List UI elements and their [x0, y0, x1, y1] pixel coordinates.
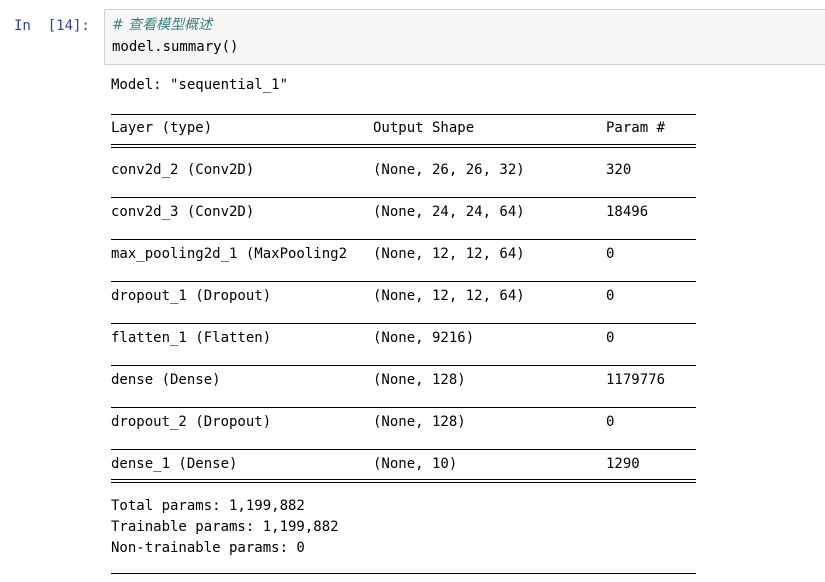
input-prompt: In [14]:: [14, 18, 90, 34]
row-divider: [111, 281, 696, 282]
layer-name: dropout_1 (Dropout): [111, 288, 272, 304]
layer-param-count: 18496: [606, 204, 649, 220]
table-row: dropout_2 (Dropout) (None, 128) 0: [111, 411, 711, 433]
layer-output-shape: (None, 12, 12, 64): [373, 246, 525, 262]
table-row: conv2d_2 (Conv2D) (None, 26, 26, 32) 320: [111, 159, 711, 181]
code-input-area[interactable]: # 查看模型概述 model.summary(): [104, 9, 825, 65]
layer-param-count: 0: [606, 288, 615, 304]
layer-param-count: 1179776: [606, 372, 666, 388]
row-divider: [111, 407, 696, 408]
trainable-params: Trainable params: 1,199,882: [111, 519, 339, 535]
table-row: dense_1 (Dense) (None, 10) 1290: [111, 453, 711, 475]
layer-param-count: 0: [606, 330, 615, 346]
table-row: flatten_1 (Flatten) (None, 9216) 0: [111, 327, 711, 349]
layer-param-count: 0: [606, 414, 615, 430]
layer-name: conv2d_3 (Conv2D): [111, 204, 255, 220]
layer-param-count: 320: [606, 162, 632, 178]
code-comment: # 查看模型概述: [112, 17, 213, 33]
table-row: max_pooling2d_1 (MaxPooling2 (None, 12, …: [111, 243, 711, 265]
notebook-cell: In [14]: # 查看模型概述 model.summary() Model:…: [0, 0, 825, 582]
layer-name: dense (Dense): [111, 372, 221, 388]
row-divider: [111, 197, 696, 198]
layer-name: dense_1 (Dense): [111, 456, 238, 472]
table-header-row: Layer (type) Output Shape Param #: [111, 117, 711, 139]
table-row: dropout_1 (Dropout) (None, 12, 12, 64) 0: [111, 285, 711, 307]
table-row: conv2d_3 (Conv2D) (None, 24, 24, 64) 184…: [111, 201, 711, 223]
layer-output-shape: (None, 9216): [373, 330, 475, 346]
layer-output-shape: (None, 26, 26, 32): [373, 162, 525, 178]
header-output-shape: Output Shape: [373, 120, 475, 136]
total-params: Total params: 1,199,882: [111, 498, 305, 514]
layer-name: max_pooling2d_1 (MaxPooling2: [111, 246, 348, 262]
table-bottom-double-rule: [111, 479, 696, 483]
code-line: model.summary(): [112, 39, 239, 55]
layer-output-shape: (None, 128): [373, 372, 466, 388]
non-trainable-params: Non-trainable params: 0: [111, 540, 305, 556]
table-top-rule: [111, 114, 696, 115]
layer-output-shape: (None, 24, 24, 64): [373, 204, 525, 220]
header-double-rule: [111, 144, 696, 148]
model-title: Model: "sequential_1": [111, 77, 289, 93]
layer-name: conv2d_2 (Conv2D): [111, 162, 255, 178]
row-divider: [111, 365, 696, 366]
row-divider: [111, 323, 696, 324]
layer-param-count: 1290: [606, 456, 640, 472]
row-divider: [111, 449, 696, 450]
layer-param-count: 0: [606, 246, 615, 262]
layer-output-shape: (None, 10): [373, 456, 458, 472]
layer-name: flatten_1 (Flatten): [111, 330, 272, 346]
layer-output-shape: (None, 12, 12, 64): [373, 288, 525, 304]
header-layer-type: Layer (type): [111, 120, 213, 136]
row-divider: [111, 239, 696, 240]
layer-name: dropout_2 (Dropout): [111, 414, 272, 430]
layer-output-shape: (None, 128): [373, 414, 466, 430]
summary-bottom-rule: [111, 573, 696, 574]
header-param-count: Param #: [606, 120, 666, 136]
table-row: dense (Dense) (None, 128) 1179776: [111, 369, 711, 391]
